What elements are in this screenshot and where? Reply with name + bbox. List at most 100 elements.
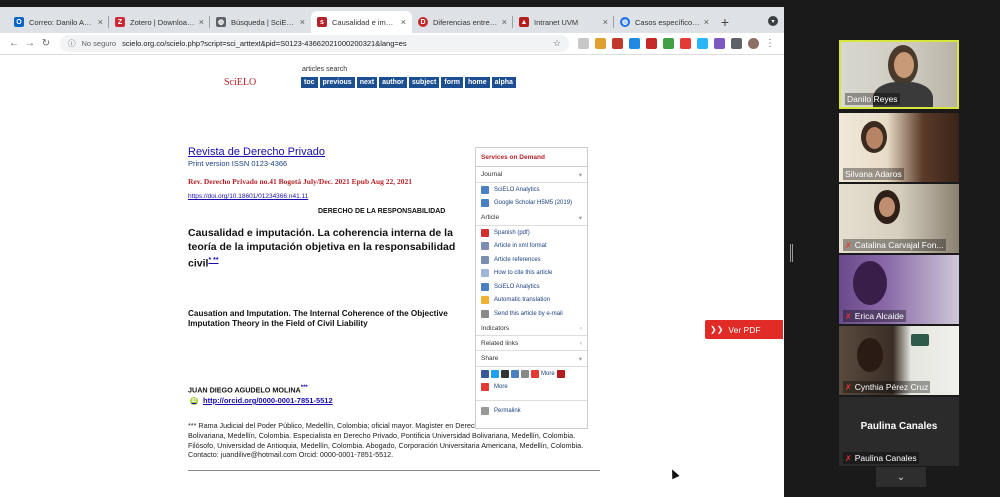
extension-icon[interactable]: [680, 38, 691, 49]
page-content: SciELO articles search toc previous next…: [0, 55, 784, 497]
video-tile-paulina[interactable]: Paulina Canales ✗ Paulina Canales: [839, 397, 959, 466]
panel-resize-handle[interactable]: [790, 244, 793, 262]
video-tile-catalina[interactable]: ✗ Catalina Carvajal Fon...: [839, 184, 959, 253]
author-footnote-mark[interactable]: ***: [301, 385, 308, 391]
extension-icon[interactable]: [714, 38, 725, 49]
references-link[interactable]: Article references: [476, 253, 587, 267]
nav-form[interactable]: form: [441, 77, 463, 88]
share-more-link[interactable]: More: [541, 371, 555, 377]
security-label: No seguro: [81, 39, 117, 48]
zotero-icon: Z: [115, 17, 125, 27]
mendeley-icon[interactable]: [556, 369, 565, 378]
tab-zotero[interactable]: Z Zotero | Downloads ×: [109, 11, 210, 33]
scielo-logo[interactable]: SciELO: [224, 77, 256, 88]
close-icon[interactable]: ×: [98, 17, 103, 27]
analytics-icon: [481, 199, 489, 208]
scroll-down-button[interactable]: ⌄: [876, 467, 926, 487]
journal-analytics-link[interactable]: SciELO Analytics: [476, 183, 587, 197]
tab-diferencias[interactable]: DDiferencias entre el dolo×: [412, 11, 513, 33]
extension-icon[interactable]: [578, 38, 589, 49]
mail-icon[interactable]: [521, 369, 529, 378]
avatar[interactable]: [748, 38, 759, 49]
article-section[interactable]: Article ▾: [476, 210, 587, 226]
indicators-section[interactable]: Indicators ‹: [476, 321, 587, 336]
tab-busqueda[interactable]: ◍ Búsqueda | SciELO ×: [210, 11, 311, 33]
cite-link[interactable]: How to cite this article: [476, 267, 587, 281]
google-icon[interactable]: [481, 369, 489, 378]
globe-icon: ◍: [620, 17, 630, 27]
permalink-link[interactable]: Permalink: [476, 400, 587, 418]
doi-link[interactable]: https://doi.org/10.18601/01234366.n41.11: [188, 193, 308, 200]
reload-icon[interactable]: ↻: [38, 38, 54, 49]
plus-icon[interactable]: [531, 369, 539, 378]
url-input[interactable]: ⓘ No seguro scielo.org.co/scielo.php?scr…: [60, 35, 569, 52]
forward-icon[interactable]: →: [22, 38, 38, 49]
video-tile-danilo[interactable]: Danilo Reyes: [839, 40, 959, 109]
journal-section[interactable]: Journal ▾: [476, 167, 587, 183]
orcid-icon: iD: [190, 396, 198, 405]
twitter-icon[interactable]: [491, 369, 499, 378]
d-icon: D: [418, 17, 428, 27]
spanish-pdf-link[interactable]: Spanish (pdf): [476, 226, 587, 240]
close-icon[interactable]: ×: [603, 17, 608, 27]
tab-casos[interactable]: ◍ Casos específicos de ×: [614, 11, 715, 33]
close-icon[interactable]: ×: [300, 17, 305, 27]
section-heading: DERECHO DE LA RESPONSABILIDAD: [318, 208, 446, 215]
ver-pdf-button[interactable]: ❯❯ Ver PDF: [705, 320, 783, 339]
plus-icon: [481, 383, 489, 392]
nav-alpha[interactable]: alpha: [491, 77, 516, 88]
delicious-icon[interactable]: [501, 369, 509, 378]
nav-subject[interactable]: subject: [408, 77, 440, 88]
author-name: JUAN DIEGO AGUDELO MOLINA***: [188, 385, 308, 395]
nav-next[interactable]: next: [356, 77, 378, 88]
references-icon: [481, 255, 489, 264]
share-section[interactable]: Share ▾: [476, 351, 587, 367]
article-analytics-link[interactable]: SciELO Analytics: [476, 280, 587, 294]
orcid-link[interactable]: iD http://orcid.org/0000-0001-7851-5512: [190, 396, 333, 405]
tab-causalidad[interactable]: sCausalidad e imputación×: [311, 11, 412, 33]
extension-icon[interactable]: [595, 38, 606, 49]
puzzle-icon[interactable]: [731, 38, 742, 49]
analytics-icon: [481, 185, 489, 194]
pdf-icon: ❯❯: [710, 325, 724, 334]
xml-link[interactable]: Article in xml format: [476, 240, 587, 254]
extension-icon[interactable]: [697, 38, 708, 49]
video-tile-erica[interactable]: ✗ Erica Alcaide: [839, 255, 959, 324]
extension-icon[interactable]: [629, 38, 640, 49]
back-icon[interactable]: ←: [6, 38, 22, 49]
related-links-section[interactable]: Related links ‹: [476, 336, 587, 351]
google-scholar-link[interactable]: Google Scholar H5M5 (2019): [476, 197, 587, 211]
close-icon[interactable]: ×: [199, 17, 204, 27]
translation-link[interactable]: Automatic translation: [476, 294, 587, 308]
warning-icon: ⓘ: [68, 39, 76, 48]
translate-icon: [481, 296, 489, 305]
participant-name: ✗ Paulina Canales: [843, 452, 919, 464]
tab-search-icon[interactable]: ▾: [768, 16, 778, 26]
video-tile-cynthia[interactable]: ✗ Cynthia Pérez Cruz: [839, 326, 959, 395]
extension-icon[interactable]: [663, 38, 674, 49]
nav-author[interactable]: author: [379, 77, 407, 88]
menu-icon[interactable]: ⋮: [762, 38, 778, 49]
extension-icon[interactable]: [612, 38, 623, 49]
nav-previous[interactable]: previous: [319, 77, 355, 88]
analytics-icon: [481, 282, 489, 291]
linkedin-icon[interactable]: [511, 369, 519, 378]
footnote-marks[interactable]: * **: [208, 257, 218, 264]
close-icon[interactable]: ×: [704, 17, 709, 27]
more-link[interactable]: More: [476, 381, 587, 395]
close-icon[interactable]: ×: [401, 17, 406, 27]
tab-correo[interactable]: OCorreo: Danilo Andrés Reyes×: [8, 11, 109, 33]
link-icon: [481, 407, 489, 415]
email-link[interactable]: Send this article by e-mail: [476, 307, 587, 321]
close-icon[interactable]: ×: [502, 17, 507, 27]
tab-intranet[interactable]: ▲ Intranet UVM ×: [513, 11, 614, 33]
issue-text: Rev. Derecho Privado no.41 Bogotá July/D…: [188, 177, 413, 186]
video-tile-silvana[interactable]: Silvana Adaros: [839, 113, 959, 182]
journal-link[interactable]: Revista de Derecho Privado: [188, 146, 325, 158]
new-tab-button[interactable]: +: [715, 11, 735, 33]
chevron-down-icon: ⌄: [896, 471, 906, 483]
extension-icon[interactable]: [646, 38, 657, 49]
nav-toc[interactable]: toc: [301, 77, 318, 88]
star-icon[interactable]: ☆: [553, 38, 561, 49]
nav-home[interactable]: home: [464, 77, 490, 88]
